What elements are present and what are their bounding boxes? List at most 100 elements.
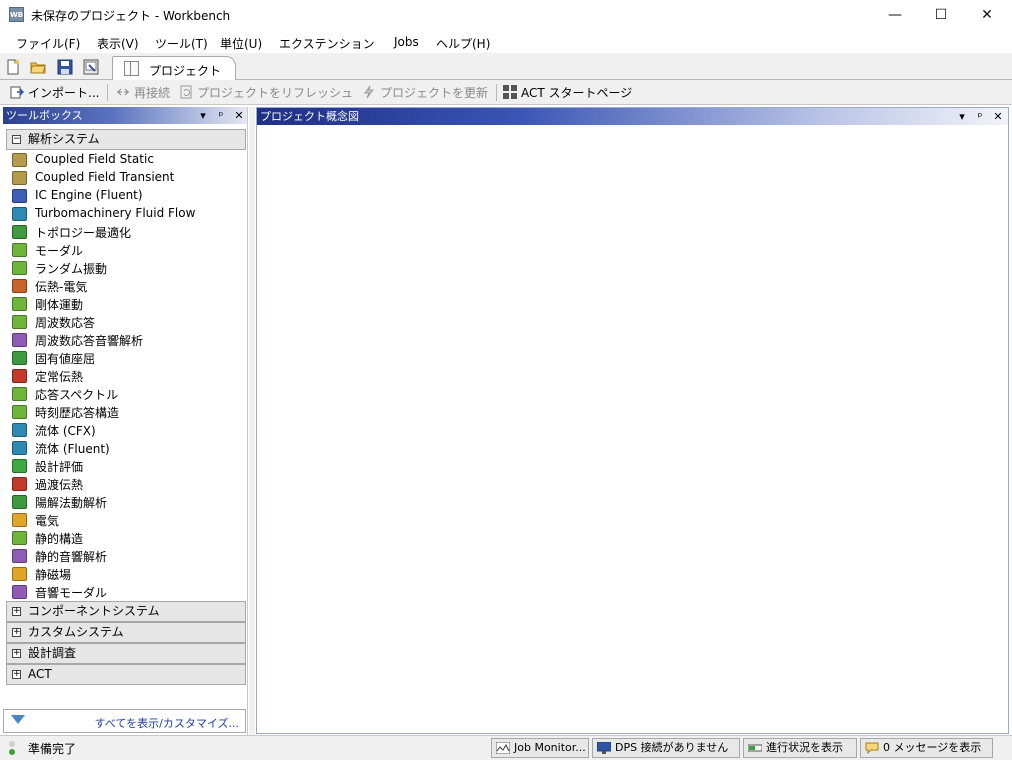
close-panel-icon[interactable]: ✕ (990, 108, 1006, 125)
electric-icon (12, 513, 27, 527)
status-bar: 準備完了 Job Monitor... DPS 接続がありません 進行状況を表示… (0, 735, 1012, 760)
minimize-button[interactable]: — (872, 0, 918, 30)
save-button[interactable] (54, 56, 75, 77)
menu-jobs[interactable]: Jobs (394, 35, 419, 49)
harmonic-icon (12, 315, 27, 329)
category-custom-systems[interactable]: + カスタムシステム (6, 622, 246, 643)
design-assessment-icon (12, 459, 27, 473)
maximize-button[interactable]: ☐ (918, 0, 964, 30)
fluent-icon (12, 441, 27, 455)
analysis-system-label: 周波数応答音響解析 (35, 334, 144, 348)
save-icon (57, 59, 73, 75)
pin-icon[interactable]: ᵖ (972, 108, 988, 125)
window-title: 未保存のプロジェクト - Workbench (31, 9, 231, 23)
topology-icon (12, 225, 27, 239)
response-spectrum-icon (12, 387, 27, 401)
refresh-project-label: プロジェクトをリフレッシュ (197, 86, 354, 100)
open-folder-icon (30, 62, 46, 74)
harmonic-acoustics-icon (12, 333, 27, 347)
toolbar-separator (496, 84, 497, 101)
workbench-app-icon: WB (9, 7, 24, 22)
analysis-system-label: 過渡伝熱 (35, 478, 84, 492)
transient-thermal-icon (12, 477, 27, 491)
update-project-label: プロジェクトを更新 (380, 86, 489, 100)
analysis-system-label: 流体 (Fluent) (35, 442, 110, 456)
progress-icon (748, 744, 762, 752)
project-schematic-panel[interactable]: プロジェクト概念図 ▾ ᵖ ✕ (256, 107, 1009, 734)
buckling-icon (12, 351, 27, 365)
ic-engine-icon (12, 189, 27, 203)
menu-tools[interactable]: ツール(T) (155, 35, 208, 52)
category-act[interactable]: + ACT (6, 664, 246, 685)
expand-icon: + (12, 648, 21, 658)
category-label: 設計調査 (28, 646, 77, 660)
analysis-system-label: 流体 (CFX) (35, 424, 96, 438)
toolbar-separator (107, 84, 108, 101)
dps-connection-label: DPS 接続がありません (615, 741, 729, 754)
analysis-system-label: 応答スペクトル (35, 388, 119, 402)
open-button[interactable] (27, 56, 48, 77)
import-button[interactable]: インポート... (10, 84, 99, 101)
analysis-system-label: 伝熱-電気 (35, 280, 88, 294)
dropdown-arrow-icon[interactable]: ▾ (954, 108, 970, 125)
import-icon (10, 86, 24, 99)
project-toolbar: インポート... 再接続 プロジェクトをリフレッシュ プロジェクトを更新 ACT… (0, 80, 1012, 105)
reconnect-button[interactable]: 再接続 (116, 84, 170, 101)
collapse-icon: − (12, 134, 21, 144)
menu-file[interactable]: ファイル(F) (16, 35, 80, 52)
coupled-field-icon (12, 171, 27, 185)
analysis-system-label: 設計評価 (35, 460, 84, 474)
tab-project-label: プロジェクト (149, 64, 222, 78)
act-start-page-button[interactable]: ACT スタートページ (503, 84, 632, 101)
filter-icon (11, 715, 25, 724)
toolbox-footer: すべてを表示/カスタマイズ... (3, 709, 246, 733)
analysis-system-label: 時刻歴応答構造 (35, 406, 120, 420)
close-button[interactable]: ✕ (964, 0, 1010, 30)
category-label: ACT (28, 667, 52, 681)
dps-connection-button[interactable]: DPS 接続がありません (592, 738, 740, 758)
turbo-icon (12, 207, 27, 221)
panel-splitter[interactable] (249, 107, 255, 735)
update-lightning-icon (364, 85, 374, 99)
analysis-system-label: IC Engine (Fluent) (35, 188, 143, 202)
show-all-customize-link[interactable]: すべてを表示/カスタマイズ... (95, 715, 239, 731)
close-panel-icon[interactable]: ✕ (231, 107, 247, 124)
save-as-icon (83, 59, 99, 75)
category-label: 解析システム (28, 132, 100, 146)
job-monitor-button[interactable]: Job Monitor... (491, 738, 589, 758)
title-bar: WB 未保存のプロジェクト - Workbench — ☐ ✕ (0, 0, 1012, 30)
status-text: 準備完了 (28, 742, 77, 756)
category-label: カスタムシステム (28, 625, 124, 639)
dropdown-arrow-icon[interactable]: ▾ (195, 107, 211, 124)
explicit-dynamics-icon (12, 495, 27, 509)
save-as-button[interactable] (80, 56, 101, 77)
pin-icon[interactable]: ᵖ (213, 107, 229, 124)
category-design-exploration[interactable]: + 設計調査 (6, 643, 246, 664)
analysis-system-label: 固有値座屈 (35, 352, 96, 366)
static-structural-icon (12, 531, 27, 545)
menu-extensions[interactable]: エクステンション (279, 35, 375, 52)
menu-view[interactable]: 表示(V) (97, 35, 139, 52)
category-component-systems[interactable]: + コンポーネントシステム (6, 601, 246, 622)
show-messages-button[interactable]: 0 メッセージを表示 (860, 738, 993, 758)
category-analysis-systems[interactable]: − 解析システム (6, 129, 246, 150)
analysis-system-label: 周波数応答 (35, 316, 96, 330)
tab-project[interactable]: プロジェクト (112, 56, 236, 81)
expand-icon: + (12, 627, 21, 637)
new-file-button[interactable] (2, 56, 23, 77)
project-tab-icon (124, 61, 139, 76)
refresh-project-button[interactable]: プロジェクトをリフレッシュ (179, 84, 353, 101)
menu-units[interactable]: 単位(U) (220, 35, 262, 52)
schematic-title: プロジェクト概念図 (260, 110, 359, 123)
act-start-page-label: ACT スタートページ (521, 86, 633, 100)
show-messages-label: 0 メッセージを表示 (883, 741, 982, 754)
show-progress-button[interactable]: 進行状況を表示 (743, 738, 857, 758)
menu-help[interactable]: ヘルプ(H) (436, 35, 490, 52)
analysis-system-label: 剛体運動 (35, 298, 84, 312)
update-project-button[interactable]: プロジェクトを更新 (362, 84, 488, 101)
analysis-system-label: 音響モーダル (35, 586, 108, 600)
schematic-header: プロジェクト概念図 ▾ ᵖ ✕ (257, 108, 1008, 125)
analysis-system-label: Turbomachinery Fluid Flow (35, 206, 196, 220)
rigid-dynamics-icon (12, 297, 27, 311)
analysis-system-label: トポロジー最適化 (35, 226, 132, 240)
